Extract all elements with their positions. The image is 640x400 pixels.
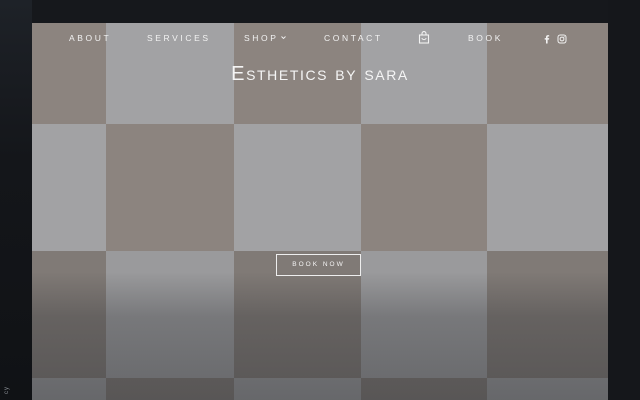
hero-tile <box>234 378 361 400</box>
brand-title: Esthetics by sara <box>231 63 409 85</box>
nav-book[interactable]: BOOK <box>468 33 503 43</box>
hero-tile <box>487 251 608 378</box>
nav-shop-label: SHOP <box>244 33 279 43</box>
nav-contact[interactable]: CONTACT <box>324 33 383 43</box>
hero-tile <box>361 378 487 400</box>
right-background-strip <box>608 0 640 400</box>
book-now-button[interactable]: BOOK NOW <box>276 254 361 276</box>
hero-tile <box>487 378 608 400</box>
side-vertical-label: cy <box>4 386 10 394</box>
hero-tile <box>106 251 234 378</box>
hero-tile <box>234 124 361 251</box>
hero-tile <box>106 124 234 251</box>
nav-shop[interactable]: SHOP <box>244 33 286 43</box>
hero-tile <box>361 124 487 251</box>
chevron-down-icon <box>280 36 286 40</box>
instagram-icon[interactable] <box>557 34 567 44</box>
shopping-bag-icon[interactable] <box>418 31 430 44</box>
nav-services[interactable]: SERVICES <box>147 33 211 43</box>
hero-tile <box>487 124 608 251</box>
facebook-icon[interactable] <box>542 34 552 44</box>
hero-tile <box>32 251 106 378</box>
left-background-strip: cy <box>0 0 32 400</box>
hero-section: ABOUT SERVICES SHOP CONTACT BOOK Estheti… <box>32 23 608 400</box>
main-navigation: ABOUT SERVICES SHOP CONTACT BOOK <box>32 23 608 53</box>
nav-about[interactable]: ABOUT <box>69 33 111 43</box>
hero-tile <box>361 251 487 378</box>
hero-tile <box>32 378 106 400</box>
hero-tile <box>32 124 106 251</box>
hero-tile <box>106 378 234 400</box>
